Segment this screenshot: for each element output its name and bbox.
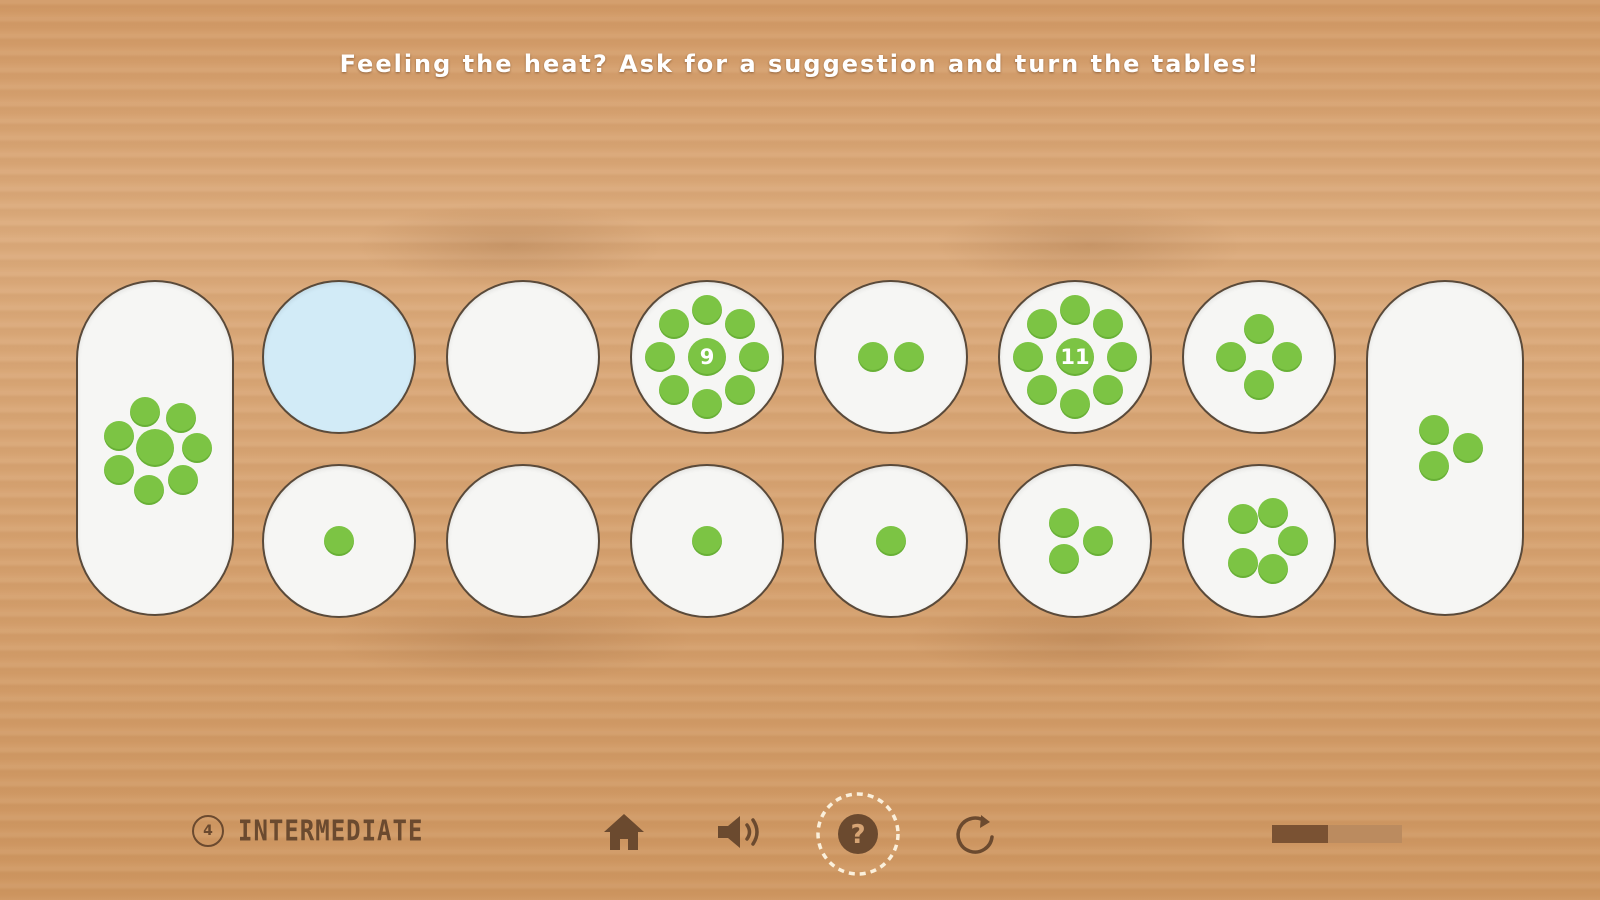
seed	[1278, 526, 1308, 556]
seed	[858, 342, 888, 372]
bottom-pit-5[interactable]	[998, 464, 1152, 618]
bottom-pit-4[interactable]	[814, 464, 968, 618]
top-pit-6[interactable]	[1182, 280, 1336, 434]
seed	[658, 308, 689, 339]
level-number-badge: 4	[192, 815, 224, 847]
seed	[1093, 308, 1124, 339]
right-store	[1366, 280, 1524, 616]
seed	[182, 433, 212, 463]
seed-count-label: 9	[699, 345, 715, 369]
svg-text:?: ?	[850, 820, 865, 850]
top-pit-4[interactable]	[814, 280, 968, 434]
speaker-icon	[718, 816, 759, 848]
seed	[725, 308, 756, 339]
seed	[1107, 342, 1137, 372]
top-pit-2[interactable]	[446, 280, 600, 434]
seed	[1244, 314, 1274, 344]
seed	[1419, 451, 1449, 481]
progress-bar-fill	[1272, 825, 1328, 843]
home-icon	[604, 814, 644, 850]
seed	[1216, 342, 1246, 372]
hint-text: Feeling the heat? Ask for a suggestion a…	[339, 50, 1261, 78]
help-icon: ?	[816, 792, 900, 876]
seed	[692, 526, 722, 556]
difficulty-indicator: 4 INTERMEDIATE	[192, 814, 424, 848]
seed	[692, 389, 722, 419]
seed	[1060, 295, 1090, 325]
seed	[1026, 308, 1057, 339]
seed	[894, 342, 924, 372]
seed	[1228, 548, 1258, 578]
top-pit-3[interactable]: 9	[630, 280, 784, 434]
restart-icon	[956, 815, 994, 854]
bottom-pit-1[interactable]	[262, 464, 416, 618]
seed	[1093, 375, 1124, 406]
seed	[1244, 370, 1274, 400]
top-pit-1[interactable]	[262, 280, 416, 434]
seed	[136, 429, 174, 467]
seed	[1026, 375, 1057, 406]
seed	[166, 403, 196, 433]
seed	[1453, 433, 1483, 463]
seed	[1083, 526, 1113, 556]
seed	[104, 455, 134, 485]
level-name: INTERMEDIATE	[238, 814, 424, 848]
seed	[876, 526, 906, 556]
seed	[134, 475, 164, 505]
seed	[1272, 342, 1302, 372]
seed	[1049, 508, 1079, 538]
seed	[1258, 554, 1288, 584]
restart-button[interactable]	[950, 810, 1000, 864]
seed	[1013, 342, 1043, 372]
progress-bar	[1272, 825, 1402, 843]
seed	[658, 375, 689, 406]
hint-button[interactable]: ?	[814, 790, 902, 882]
seed	[1049, 544, 1079, 574]
seed-count-label: 11	[1060, 345, 1090, 369]
bottom-pit-3[interactable]	[630, 464, 784, 618]
home-button[interactable]	[600, 810, 648, 858]
seed	[1228, 504, 1258, 534]
seed	[739, 342, 769, 372]
seed	[130, 397, 160, 427]
seed	[1060, 389, 1090, 419]
top-pit-5[interactable]: 11	[998, 280, 1152, 434]
bottom-pit-6[interactable]	[1182, 464, 1336, 618]
seed	[168, 465, 198, 495]
seed	[1419, 415, 1449, 445]
seed	[645, 342, 675, 372]
seed	[725, 375, 756, 406]
seed	[692, 295, 722, 325]
seed	[104, 421, 134, 451]
sound-button[interactable]	[714, 811, 770, 857]
left-store	[76, 280, 234, 616]
seed	[1258, 498, 1288, 528]
bottom-pit-2[interactable]	[446, 464, 600, 618]
seed	[324, 526, 354, 556]
